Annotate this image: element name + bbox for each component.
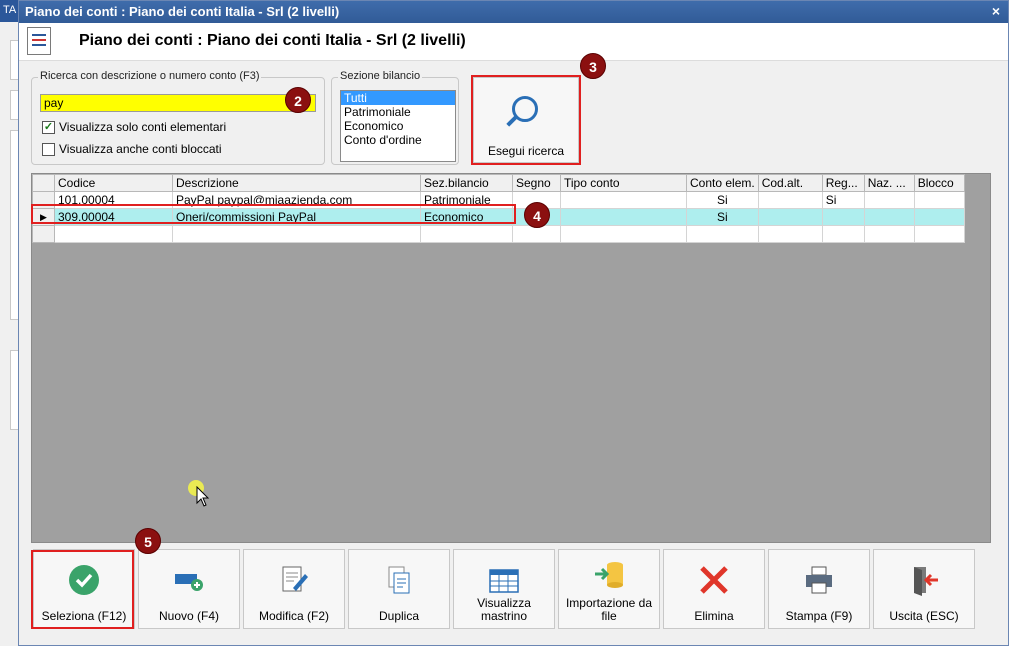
window-title: Piano dei conti : Piano dei conti Italia… (25, 4, 340, 19)
print-button-label: Stampa (F9) (785, 609, 853, 623)
only-elementary-checkbox[interactable]: ✓ Visualizza solo conti elementari (42, 120, 226, 134)
empty-cell[interactable] (863, 225, 915, 243)
search-group: Ricerca con descrizione o numero conto (… (31, 70, 325, 165)
highlight-select-button (31, 550, 134, 629)
print-button[interactable]: Stampa (F9) (768, 549, 870, 629)
edit-button[interactable]: Modifica (F2) (243, 549, 345, 629)
cell-codalt[interactable] (757, 208, 823, 226)
step-badge-5: 5 (135, 528, 161, 554)
new-button[interactable]: Nuovo (F4) (138, 549, 240, 629)
empty-cell[interactable] (821, 225, 865, 243)
cell-elem[interactable]: Si (686, 208, 759, 226)
cell-codalt[interactable] (757, 191, 823, 209)
row-indicator-cell[interactable] (32, 225, 55, 243)
column-header[interactable]: Blocco (913, 174, 965, 192)
account-chart-dialog: Piano dei conti : Piano dei conti Italia… (18, 0, 1009, 646)
edit-document-icon (282, 566, 308, 592)
column-header[interactable]: Conto elem. (686, 174, 759, 192)
column-header[interactable]: Reg... (821, 174, 865, 192)
column-header[interactable]: Cod.alt. (757, 174, 823, 192)
document-icon (27, 27, 51, 55)
exit-door-icon (914, 567, 938, 596)
cell-reg[interactable]: Si (821, 191, 865, 209)
mouse-pointer-icon (196, 486, 210, 507)
section-group: Sezione bilancio Tutti Patrimoniale Econ… (331, 70, 459, 165)
empty-cell[interactable] (172, 225, 421, 243)
delete-button-label: Elimina (694, 609, 734, 623)
ledger-table-icon (489, 569, 519, 593)
import-file-button-label: Importazione da file (565, 596, 653, 623)
cell-reg[interactable] (821, 208, 865, 226)
search-input[interactable] (40, 94, 316, 112)
delete-button[interactable]: Elimina (663, 549, 765, 629)
empty-cell[interactable] (913, 225, 965, 243)
column-header[interactable]: Sez.bilancio (420, 174, 513, 192)
view-ledger-button[interactable]: Visualizza mastrino (453, 549, 555, 629)
empty-cell[interactable] (757, 225, 823, 243)
duplicate-icon (388, 566, 410, 594)
table-row-new[interactable] (32, 225, 965, 243)
only-elementary-label: Visualizza solo conti elementari (59, 120, 227, 134)
new-record-icon (175, 574, 203, 591)
section-listbox[interactable]: Tutti Patrimoniale Economico Conto d'ord… (340, 90, 456, 162)
window-titlebar[interactable]: Piano dei conti : Piano dei conti Italia… (19, 1, 1008, 23)
column-header-indicator (32, 174, 55, 192)
column-header[interactable]: Descrizione (172, 174, 421, 192)
accounts-grid[interactable]: Codice Descrizione Sez.bilancio Segno Ti… (31, 173, 991, 543)
exit-button-label: Uscita (ESC) (889, 609, 959, 623)
step-badge-4: 4 (524, 202, 550, 228)
empty-cell[interactable] (54, 225, 173, 243)
printer-icon (806, 566, 832, 594)
import-file-icon (595, 562, 623, 588)
cell-tipo[interactable] (560, 191, 687, 209)
empty-cell[interactable] (420, 225, 513, 243)
section-option-economico[interactable]: Economico (341, 119, 455, 133)
empty-cell[interactable] (512, 225, 561, 243)
checkbox-unchecked-icon[interactable] (42, 142, 55, 156)
page-title: Piano dei conti : Piano dei conti Italia… (79, 32, 466, 49)
column-header[interactable]: Codice (54, 174, 173, 192)
section-option-patrimoniale[interactable]: Patrimoniale (341, 105, 455, 119)
delete-x-icon (700, 566, 728, 594)
checkbox-checked-icon[interactable]: ✓ (42, 120, 55, 134)
dialog-header: Piano dei conti : Piano dei conti Italia… (19, 23, 1008, 61)
step-badge-2: 2 (285, 87, 311, 113)
show-blocked-label: Visualizza anche conti bloccati (59, 142, 222, 156)
table-header-row: Codice Descrizione Sez.bilancio Segno Ti… (32, 174, 965, 192)
cell-tipo[interactable] (560, 208, 687, 226)
highlight-search-button (471, 75, 581, 165)
empty-cell[interactable] (686, 225, 759, 243)
highlight-selected-row (31, 204, 516, 224)
section-option-tutti[interactable]: Tutti (341, 91, 455, 105)
column-header[interactable]: Segno (512, 174, 561, 192)
cell-blocco[interactable] (913, 191, 965, 209)
import-file-button[interactable]: Importazione da file (558, 549, 660, 629)
edit-button-label: Modifica (F2) (258, 609, 329, 623)
column-header[interactable]: Naz. ... (863, 174, 915, 192)
show-blocked-checkbox[interactable]: Visualizza anche conti bloccati (42, 142, 222, 156)
cell-elem[interactable]: Si (686, 191, 759, 209)
view-ledger-button-label: Visualizza mastrino (477, 596, 531, 623)
cell-naz[interactable] (863, 208, 915, 226)
section-legend: Sezione bilancio (338, 70, 423, 82)
exit-button[interactable]: Uscita (ESC) (873, 549, 975, 629)
duplicate-button-label: Duplica (378, 609, 420, 623)
cell-naz[interactable] (863, 191, 915, 209)
empty-cell[interactable] (560, 225, 687, 243)
close-icon[interactable]: × (992, 3, 1000, 19)
section-option-conto-ordine[interactable]: Conto d'ordine (341, 133, 455, 147)
step-badge-3: 3 (580, 53, 606, 79)
cell-blocco[interactable] (913, 208, 965, 226)
duplicate-button[interactable]: Duplica (348, 549, 450, 629)
column-header[interactable]: Tipo conto (560, 174, 687, 192)
new-button-label: Nuovo (F4) (158, 609, 220, 623)
search-legend: Ricerca con descrizione o numero conto (… (38, 70, 262, 82)
